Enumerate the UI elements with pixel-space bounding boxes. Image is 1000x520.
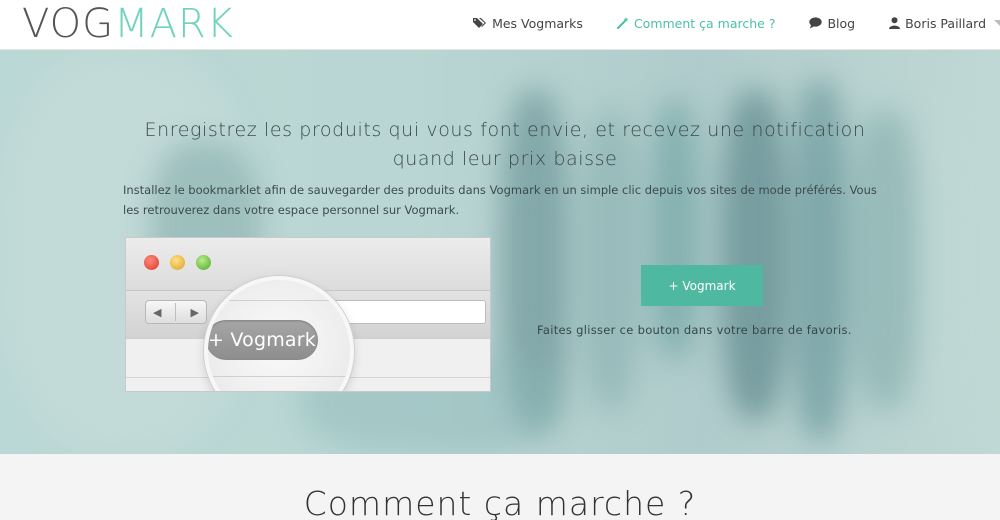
window-zoom-dot	[196, 255, 211, 270]
forward-arrow-icon: ▶	[190, 305, 199, 319]
window-close-dot	[144, 255, 159, 270]
tags-icon	[473, 18, 487, 28]
chevron-down-icon[interactable]	[994, 0, 1000, 46]
window-minimize-dot	[170, 255, 185, 270]
nav-label: Comment ça marche ?	[633, 15, 776, 31]
section-title: Comment ça marche ?	[303, 484, 697, 520]
user-icon	[889, 17, 901, 29]
bookmarklet-illustration: ◀ ▶ + Vogmark	[125, 237, 491, 392]
hero-title-line-2: quand leur prix baisse	[392, 148, 618, 170]
back-arrow-icon: ◀	[153, 305, 162, 319]
magic-wand-icon	[616, 17, 629, 29]
nav-label: Mes Vogmarks	[492, 15, 583, 31]
hero-section: Enregistrez les produits qui vous font e…	[0, 50, 1000, 454]
nav-item-mes-vogmarks[interactable]: Mes Vogmarks	[473, 16, 583, 31]
logo-part-vog: VOG	[22, 1, 115, 47]
speech-bubble-icon	[809, 17, 823, 29]
add-vogmark-bookmarklet-button[interactable]: + Vogmark	[641, 265, 763, 306]
vogmark-logo[interactable]: VOGMARK	[22, 2, 234, 46]
nav-item-user-account[interactable]: Boris Paillard	[889, 16, 986, 31]
how-it-works-section: Comment ça marche ?	[0, 454, 1000, 520]
nav-label: Blog	[827, 15, 856, 31]
illustration-vogmark-pill: + Vogmark	[208, 320, 318, 360]
main-nav: Mes Vogmarks Comment ça marche ? Blog Bo…	[439, 0, 1000, 46]
hero-title-line-1: Enregistrez les produits qui vous font e…	[144, 119, 866, 141]
hero-title: Enregistrez les produits qui vous font e…	[100, 116, 910, 174]
site-header: VOGMARK Mes Vogmarks Comment ça marche ?…	[0, 0, 1000, 50]
nav-item-comment-ca-marche[interactable]: Comment ça marche ?	[616, 15, 776, 31]
bookmarklet-drag-hint: Faites glisser ce bouton dans votre barr…	[537, 323, 852, 337]
hero-description: Installez le bookmarklet afin de sauvega…	[123, 183, 877, 217]
browser-back-forward: ◀ ▶	[145, 300, 207, 324]
nav-item-blog[interactable]: Blog	[809, 16, 855, 31]
nav-label: Boris Paillard	[905, 15, 986, 31]
logo-part-mark: MARK	[114, 1, 235, 47]
